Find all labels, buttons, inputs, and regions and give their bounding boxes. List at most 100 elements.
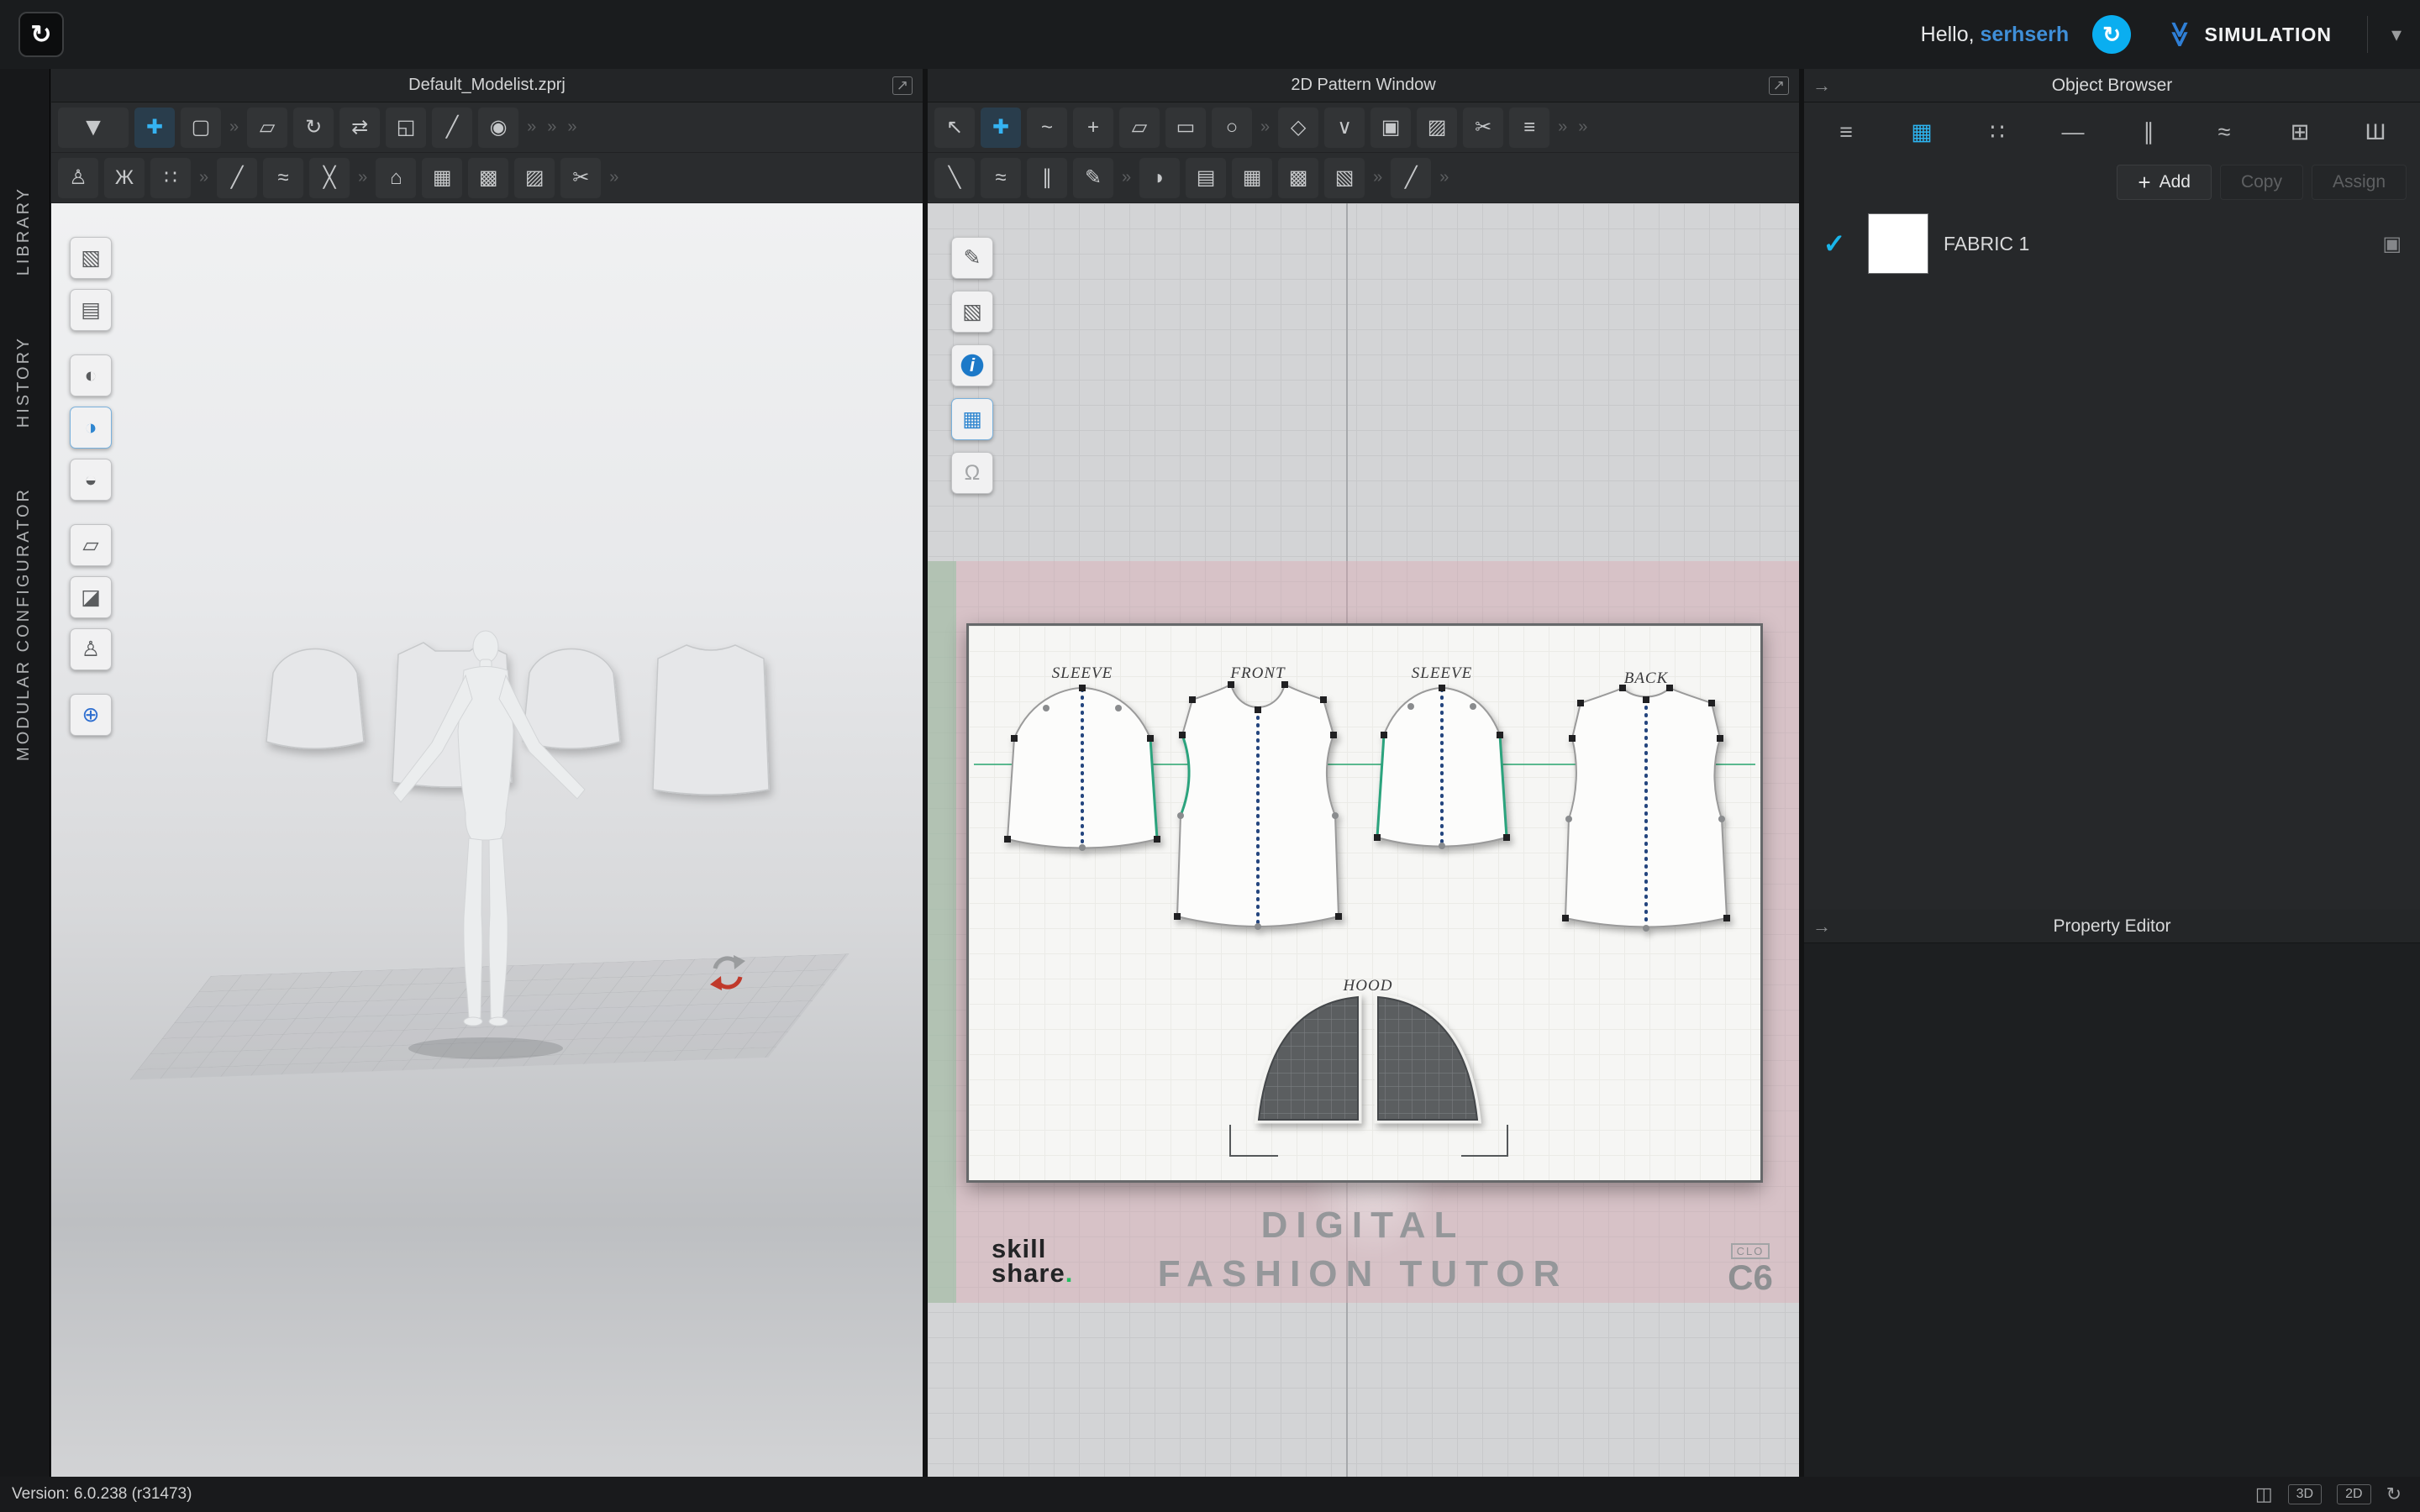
segment-sew-icon[interactable]: ╲ (934, 158, 975, 198)
simulate-icon[interactable]: ▼ (58, 108, 129, 148)
add-button[interactable]: + Add (2117, 165, 2212, 200)
pattern-board[interactable]: SLEEVE FRONT SLEEVE BACK HOOD (966, 623, 1763, 1183)
property-editor-collapse-icon[interactable]: → (1812, 916, 1831, 937)
scale-gizmo-icon[interactable]: ◱ (386, 108, 426, 148)
texture-editor-icon[interactable]: ▧ (951, 291, 993, 333)
colorway-2d-icon[interactable]: ▩ (1278, 158, 1318, 198)
fabric-swatch[interactable] (1868, 213, 1928, 274)
pin-icon[interactable]: ◉ (478, 108, 518, 148)
button-tab-icon[interactable]: ∷ (1975, 113, 2019, 151)
viewport-2d-canvas[interactable]: ✎ ▧ i ▦ Ω (928, 203, 1799, 1477)
fabric-a-icon[interactable]: ▦ (422, 158, 462, 198)
simulation-button[interactable]: ≫ SIMULATION (2154, 15, 2344, 54)
username-link[interactable]: serhserh (1981, 23, 2070, 46)
zipper-tab-icon[interactable]: Ш (2354, 113, 2397, 151)
steam-iron-icon[interactable]: ⌂ (376, 158, 416, 198)
scene-3d[interactable] (51, 581, 923, 1102)
pattern-piece-back[interactable] (1557, 680, 1735, 933)
flip-pattern-icon[interactable]: ⇄ (339, 108, 380, 148)
topstitch-tab-icon[interactable]: ∥ (2127, 113, 2170, 151)
pane-divider-left[interactable] (923, 69, 928, 1477)
pane-divider-right[interactable] (1799, 69, 1804, 1477)
clo-account-icon[interactable]: ↻ (2092, 15, 2131, 54)
simulation-dropdown-caret[interactable]: ▾ (2391, 23, 2407, 47)
baseline-icon[interactable]: ▧ (1324, 158, 1365, 198)
select-move-icon[interactable]: ✚ (134, 108, 175, 148)
fabric-texture-icon[interactable]: ▦ (1232, 158, 1272, 198)
trim-tab-icon[interactable]: ― (2051, 113, 2095, 151)
list-view-icon[interactable]: ≡ (1824, 113, 1868, 151)
fabric-row-add-icon[interactable]: ▣ (2382, 232, 2408, 256)
assign-button[interactable]: Assign (2312, 165, 2407, 200)
world-view-icon[interactable]: ⊕ (70, 694, 112, 736)
pattern-information-icon[interactable]: i (951, 344, 993, 386)
lock-pattern-icon[interactable]: Ω (951, 452, 993, 494)
shirt-preview-icon[interactable]: ▤ (1186, 158, 1226, 198)
copy-button[interactable]: Copy (2220, 165, 2303, 200)
show-garment-icon[interactable]: ▤ (70, 289, 112, 331)
measure-2d-icon[interactable]: ╱ (1391, 158, 1431, 198)
rectangle-icon[interactable]: ▭ (1165, 108, 1206, 148)
fabric-list-item[interactable]: ✓ FABRIC 1 ▣ (1804, 210, 2420, 277)
rail-tab-library[interactable]: LIBRARY (14, 186, 34, 276)
toggle-2d-button[interactable]: 2D (2337, 1484, 2370, 1504)
show-mannequin-icon[interactable]: ♙ (70, 628, 112, 670)
notch-icon[interactable]: ∨ (1324, 108, 1365, 148)
polygon-icon[interactable]: ▱ (1119, 108, 1160, 148)
segment-sewing-icon[interactable]: ╱ (217, 158, 257, 198)
fabric-b-icon[interactable]: ▩ (468, 158, 508, 198)
avatar-xray-icon[interactable]: ◒ (70, 459, 112, 501)
fabric-tab-icon[interactable]: ▦ (1900, 113, 1944, 151)
pen-tool-icon[interactable]: ✎ (951, 237, 993, 279)
pattern-piece-sleeve-left[interactable] (1002, 681, 1162, 854)
colorway-icon[interactable]: ▨ (514, 158, 555, 198)
puckering-tab-icon[interactable]: ≈ (2202, 113, 2246, 151)
line-tack-icon[interactable]: ╱ (432, 108, 472, 148)
object-browser-collapse-icon[interactable]: → (1812, 75, 1831, 97)
simulation-chevrons-icon: ≫ (2167, 21, 2192, 47)
rail-tab-modular-configurator[interactable]: MODULAR CONFIGURATOR (14, 487, 34, 761)
trace-icon[interactable]: ▨ (1417, 108, 1457, 148)
reset-view-icon[interactable]: ↻ (2386, 1483, 2402, 1505)
box-select-icon[interactable]: ▢ (181, 108, 221, 148)
avatar-mesh-icon[interactable]: ◑ (70, 407, 112, 449)
label-sleeve-right: SLEEVE (1412, 664, 1473, 683)
transform-pattern-icon[interactable]: ↖ (934, 108, 975, 148)
clo-app-logo-icon[interactable]: ↻ (18, 12, 64, 57)
rotate-pattern-icon[interactable]: ↻ (293, 108, 334, 148)
viewport-3d-canvas[interactable]: ▧ ▤ ◐ ◑ ◒ ▱ ◪ ♙ ⊕ (51, 203, 923, 1477)
circle-icon[interactable]: ○ (1212, 108, 1252, 148)
show-avatar-icon[interactable]: ▧ (70, 237, 112, 279)
free-sew-icon[interactable]: ≈ (981, 158, 1021, 198)
seam-allowance-icon[interactable]: ▣ (1370, 108, 1411, 148)
edit-curvature-icon[interactable]: ~ (1027, 108, 1067, 148)
hardware-tab-icon[interactable]: ⊞ (2278, 113, 2322, 151)
edit-sewing-icon[interactable]: ✎ (1073, 158, 1113, 198)
rail-tab-history[interactable]: HISTORY (14, 336, 34, 428)
iron-2d-icon[interactable]: ◗ (1139, 158, 1180, 198)
split-view-icon[interactable]: ◫ (2255, 1483, 2273, 1505)
arrangement-points-icon[interactable]: ∷ (150, 158, 191, 198)
show-arrangement-plane-icon[interactable]: ▱ (70, 524, 112, 566)
add-point-icon[interactable]: + (1073, 108, 1113, 148)
fabric-view-icon[interactable]: ▦ (951, 398, 993, 440)
cut-and-sew-icon[interactable]: ✂ (1463, 108, 1503, 148)
free-sewing-icon[interactable]: ≈ (263, 158, 303, 198)
avatar-pose-icon[interactable]: ♙ (58, 158, 98, 198)
remove-sewing-icon[interactable]: ╳ (309, 158, 350, 198)
edit-pattern-icon[interactable]: ✚ (981, 108, 1021, 148)
popout-2d-icon[interactable]: ↗ (1769, 76, 1789, 95)
popout-3d-icon[interactable]: ↗ (892, 76, 913, 95)
avatar-surface-icon[interactable]: ◐ (70, 354, 112, 396)
pattern-piece-hood[interactable] (1250, 992, 1486, 1135)
toggle-3d-button[interactable]: 3D (2288, 1484, 2322, 1504)
move-pattern-icon[interactable]: ▱ (247, 108, 287, 148)
fold-arrangement-icon[interactable]: ◪ (70, 576, 112, 618)
dart-icon[interactable]: ◇ (1278, 108, 1318, 148)
pattern-piece-front[interactable] (1169, 671, 1347, 933)
mn-sew-icon[interactable]: ∥ (1027, 158, 1067, 198)
avatar-motion-icon[interactable]: Ж (104, 158, 145, 198)
pattern-piece-sleeve-right[interactable] (1374, 681, 1510, 854)
grading-icon[interactable]: ≡ (1509, 108, 1549, 148)
scissors-icon[interactable]: ✂ (560, 158, 601, 198)
